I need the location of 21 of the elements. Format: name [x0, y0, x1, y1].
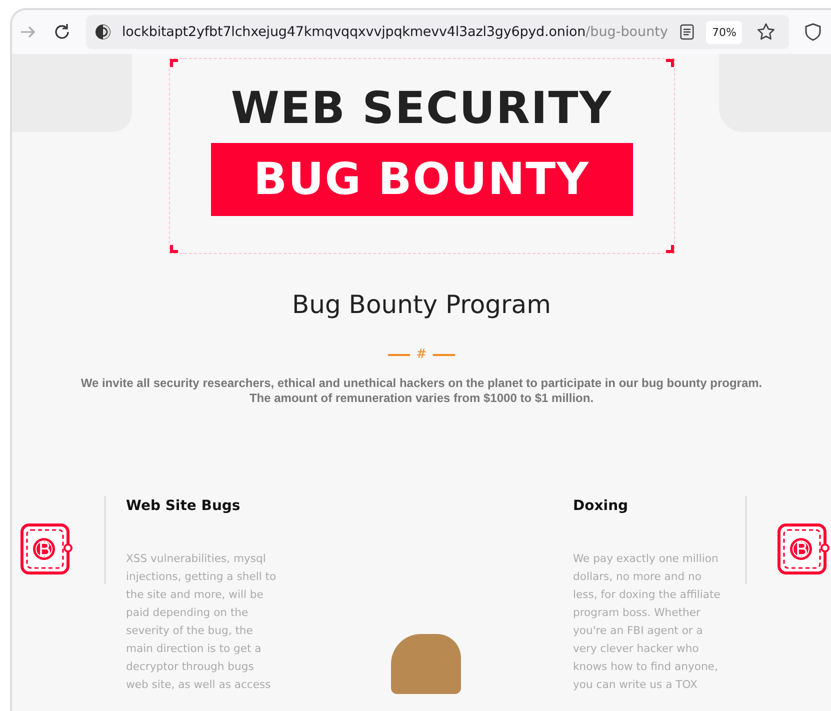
card-text: XSS vulnerabilities, mysql injections, getting a shell to the site and more, will be paid depending on the severity of the bug, the main direction is to get a decryptor through bugs web site, as well as access [126, 551, 278, 693]
card-text: We pay exactly one million dollars, no more and no less, for doxing the affiliate program boss. Whether you're an FBI agent or a very clever hacker who knows how to find anyone, you can write us a TOX [573, 551, 722, 693]
reader-view-icon[interactable] [680, 24, 694, 40]
card-title: Web Site Bugs [126, 498, 242, 514]
card-title: Doxing [573, 498, 630, 514]
address-bar[interactable]: lockbitapt2yfbt7lchxejug47kmqvqqxvvjpqkmevv4l3azl3gy6pyd.onion/bug-bounty 70% [86, 15, 789, 49]
url-host-text: lockbitapt2yfbt7lchxejug47kmqvqqxvvjpqkmevv4l3azl3gy6pyd.onion [122, 24, 586, 40]
shield-icon[interactable] [803, 22, 823, 42]
reload-icon[interactable] [52, 22, 72, 42]
section-divider: # [388, 347, 455, 362]
bitcoin-wallet-icon [20, 523, 74, 575]
hero-banner: BUG BOUNTY [210, 143, 632, 216]
url-path-text: /bug-bounty [586, 24, 668, 40]
star-icon[interactable] [756, 22, 776, 42]
section-title: Bug Bounty Program [292, 290, 551, 319]
hero-heading: WEB SECURITY [230, 85, 612, 134]
zoom-level-button[interactable]: 70% [706, 20, 742, 44]
photo-placeholder [390, 634, 460, 694]
intro-text: We invite all security researchers, ethical and unethical hackers on the planet to participate in our bug bounty program. [80, 376, 762, 391]
onion-icon [94, 23, 112, 41]
intro-text: The amount of remuneration varies from $1000 to $1 million. [248, 391, 595, 406]
